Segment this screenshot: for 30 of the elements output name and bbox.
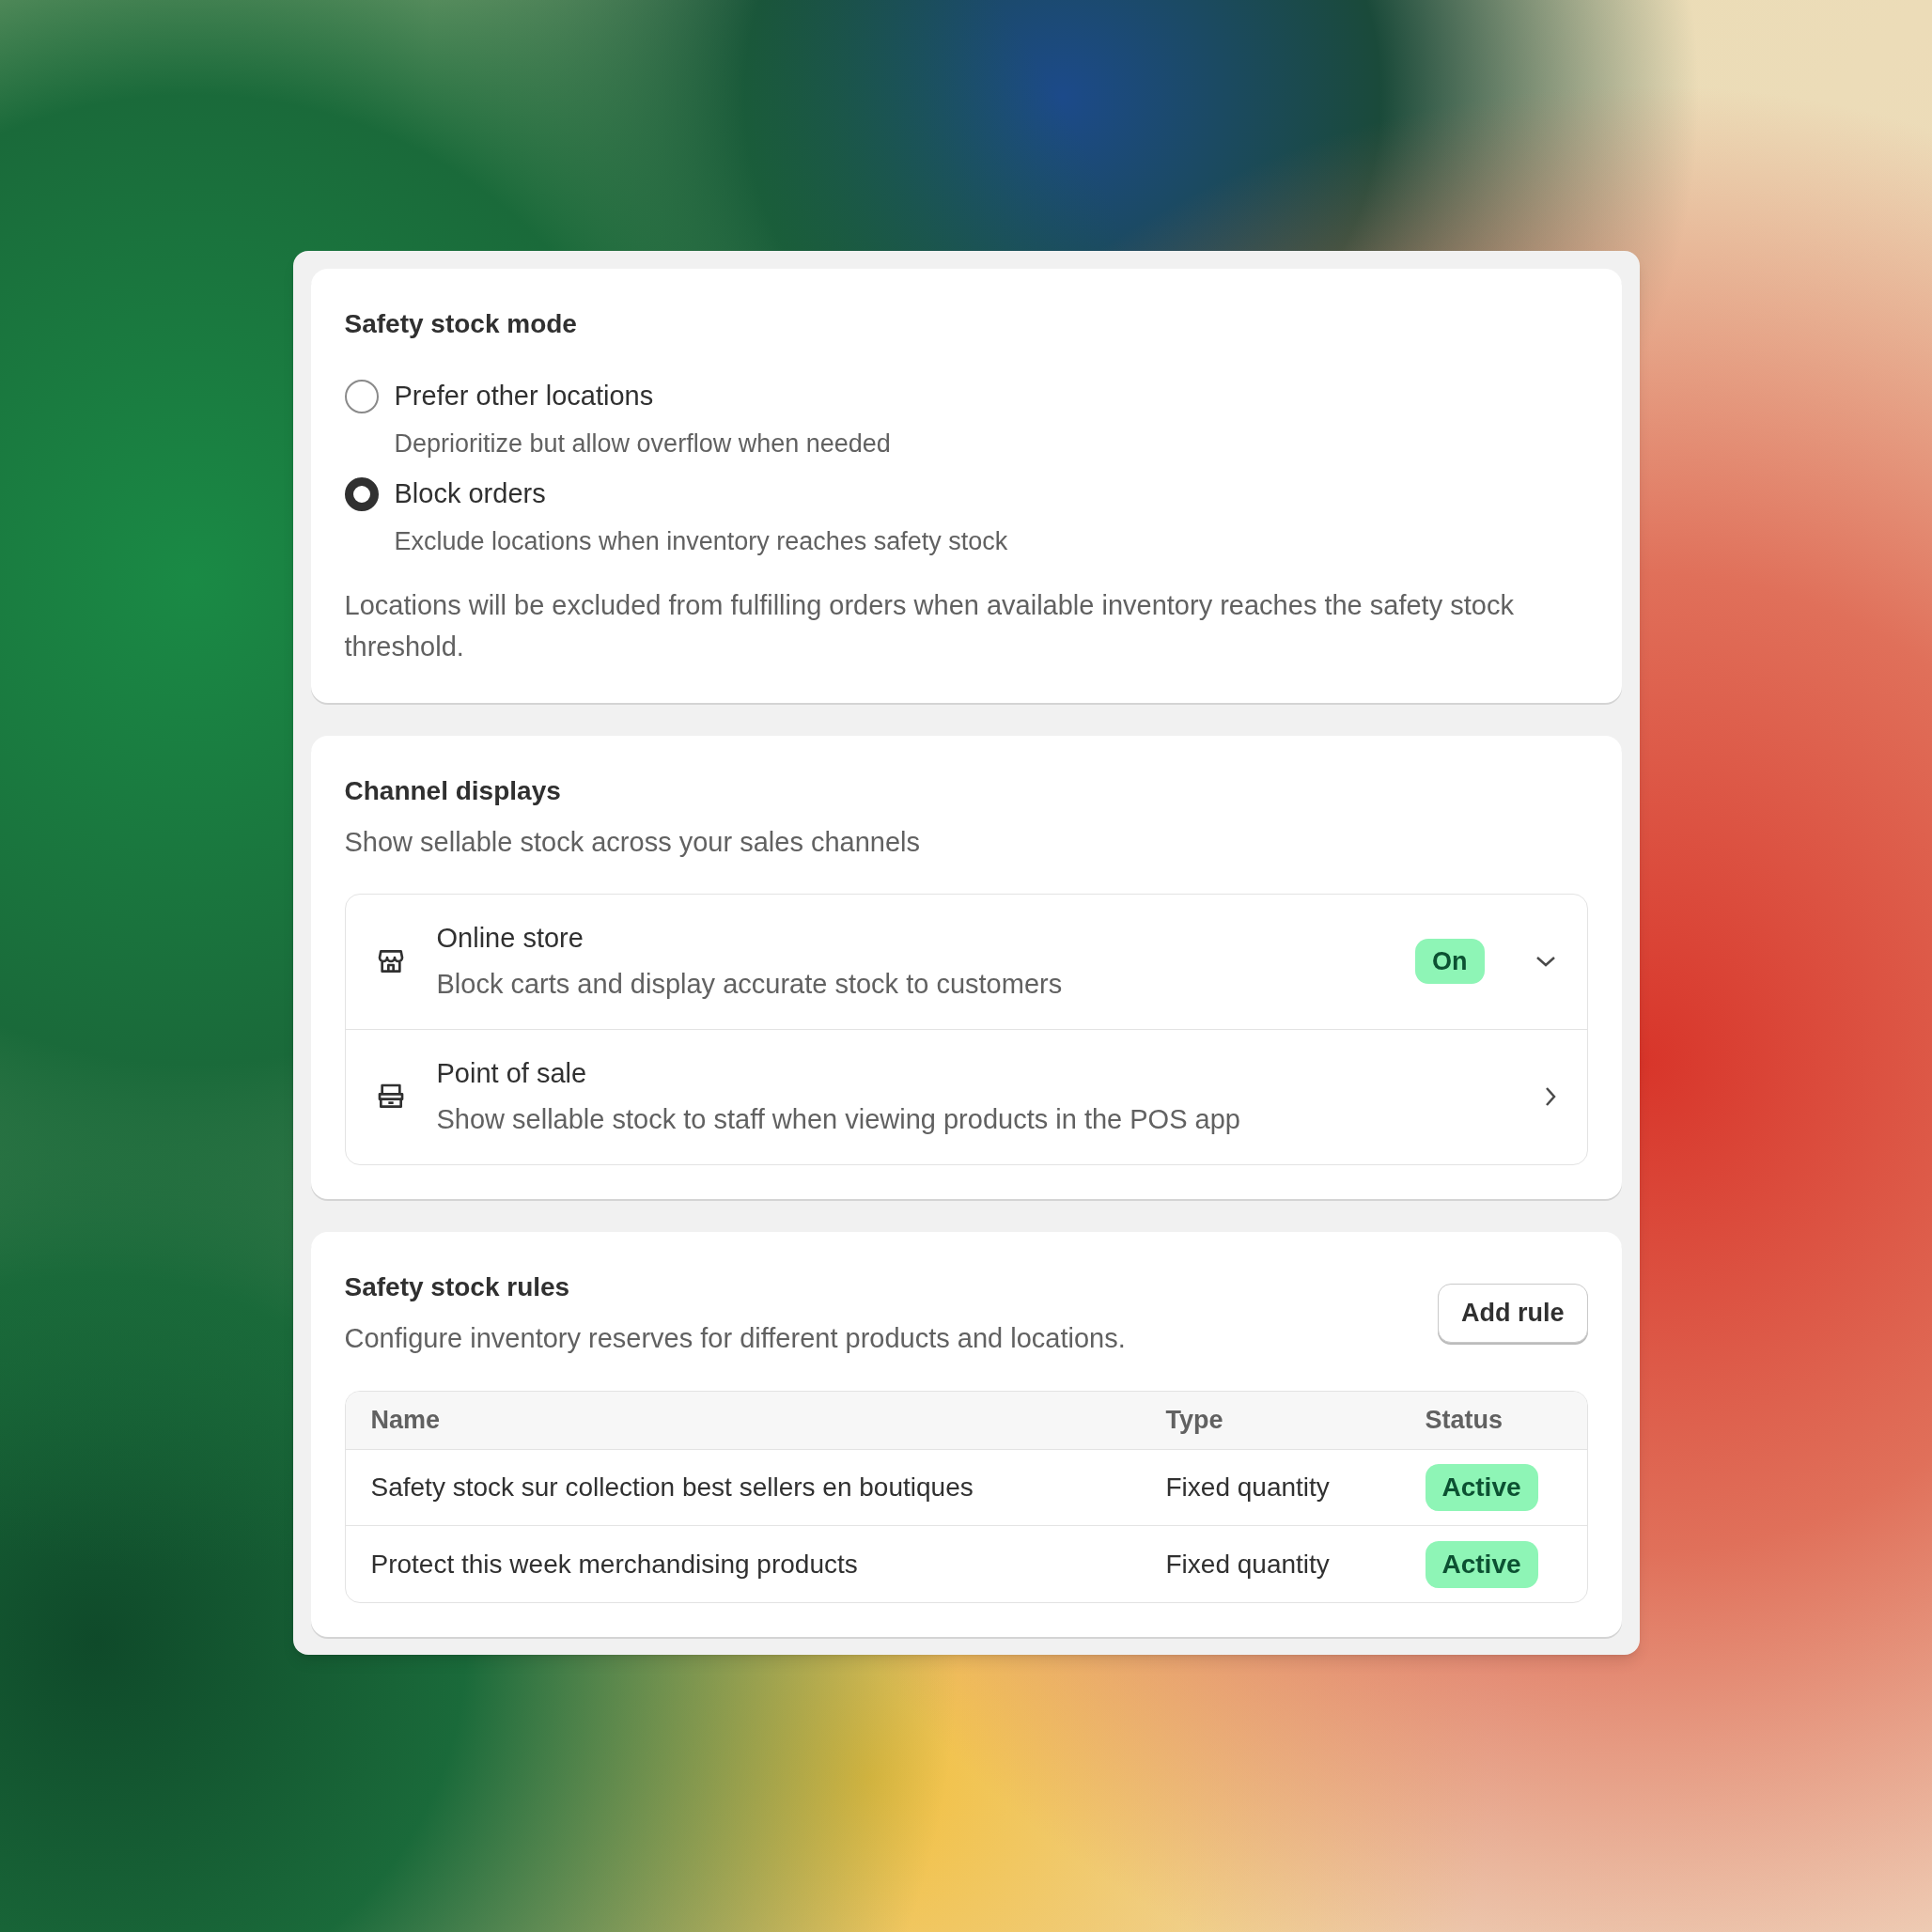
table-cell-text: Fixed quantity xyxy=(1165,1472,1331,1504)
option-description: Exclude locations when inventory reaches safety stock xyxy=(394,525,1009,557)
status-badge: Active xyxy=(1425,1540,1538,1588)
card-title: Channel displays xyxy=(344,775,562,807)
card-title: Safety stock rules xyxy=(344,1270,571,1303)
option-description: Deprioritize but allow overflow when needed xyxy=(394,428,892,460)
status-badge: Active xyxy=(1425,1464,1538,1511)
table-cell-text: Safety stock sur collection best sellers en boutiques xyxy=(370,1472,974,1504)
column-header: Status xyxy=(1425,1405,1504,1437)
card-subtitle: Configure inventory reserves for different products and locations. xyxy=(344,1321,1126,1355)
channel-row[interactable]: Point of sale Show sellable stock to staff when viewing products in the POS app xyxy=(345,1029,1587,1164)
table-cell-text: Protect this week merchandising products xyxy=(370,1548,859,1581)
column-header: Name xyxy=(370,1405,442,1437)
channel-description: Block carts and display accurate stock to customers xyxy=(436,968,1064,1001)
channel-name: Point of sale xyxy=(436,1056,588,1090)
status-badge: On xyxy=(1415,938,1485,985)
column-header: Type xyxy=(1165,1405,1224,1437)
option-label: Prefer other locations xyxy=(394,380,654,413)
chevron-right-icon[interactable] xyxy=(1543,1085,1557,1108)
option-label: Block orders xyxy=(394,477,546,510)
channel-row[interactable]: Online store Block carts and display accurate stock to customers On xyxy=(345,894,1587,1030)
radio-button[interactable] xyxy=(344,379,379,413)
table-cell-text: Fixed quantity xyxy=(1165,1548,1331,1581)
channel-description: Show sellable stock to staff when viewing products in the POS app xyxy=(436,1103,1241,1136)
radio-button[interactable] xyxy=(344,476,379,511)
mode-note: Locations will be excluded from fulfilling orders when available inventory reaches the safety stock threshold. xyxy=(344,589,1515,663)
card-title: Safety stock mode xyxy=(344,308,578,340)
add-rule-button[interactable]: Add rule xyxy=(1438,1284,1588,1343)
channel-name: Online store xyxy=(436,921,584,955)
card-subtitle: Show sellable stock across your sales channels xyxy=(344,826,922,859)
